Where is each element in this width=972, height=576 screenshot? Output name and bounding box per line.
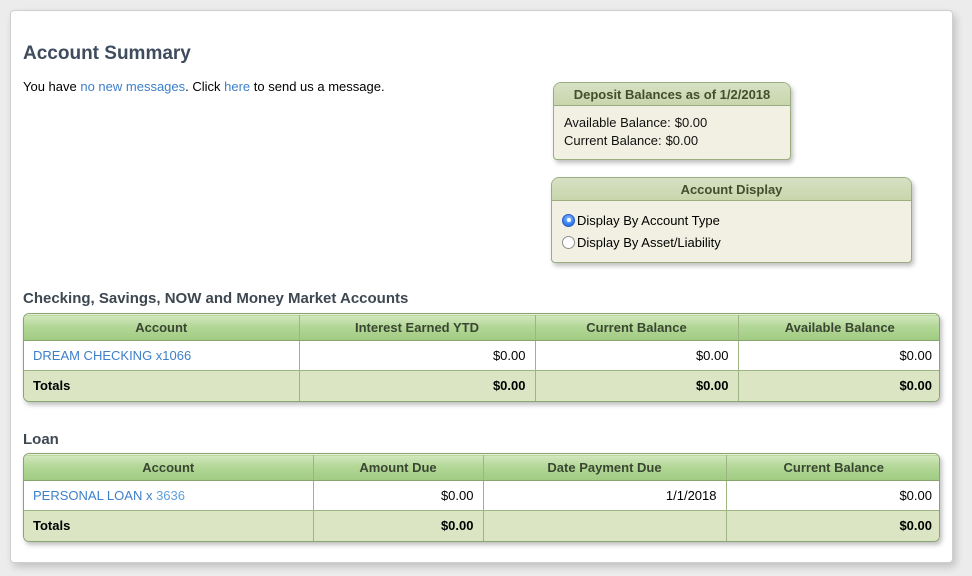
current-balance-cell: $0.00	[726, 481, 940, 511]
loan-table: Account Amount Due Date Payment Due Curr…	[23, 453, 940, 542]
totals-interest-ytd: $0.00	[299, 371, 535, 401]
totals-row: Totals $0.00 $0.00	[24, 511, 940, 541]
available-balance-value: $0.00	[675, 115, 708, 130]
page-title: Account Summary	[23, 43, 191, 65]
checking-section-heading: Checking, Savings, NOW and Money Market …	[23, 290, 408, 307]
message-text: . Click	[185, 79, 224, 94]
available-balance-label: Available Balance:	[564, 115, 671, 130]
totals-label: Totals	[24, 511, 313, 541]
account-display-title: Account Display	[552, 178, 911, 201]
column-header-amount-due: Amount Due	[313, 455, 483, 481]
totals-amount-due: $0.00	[313, 511, 483, 541]
totals-available-balance: $0.00	[738, 371, 940, 401]
current-balance-label: Current Balance:	[564, 133, 662, 148]
send-message-here-link[interactable]: here	[224, 79, 250, 94]
totals-label: Totals	[24, 371, 299, 401]
radio-button-icon[interactable]	[562, 236, 575, 249]
amount-due-cell: $0.00	[313, 481, 483, 511]
dream-checking-account-link[interactable]: DREAM CHECKING x1066	[33, 348, 191, 363]
column-header-interest-earned-ytd: Interest Earned YTD	[299, 315, 535, 341]
loan-section-heading: Loan	[23, 431, 59, 448]
radio-display-by-asset-liability[interactable]: Display By Asset/Liability	[562, 231, 901, 253]
table-header-row: Account Amount Due Date Payment Due Curr…	[24, 455, 940, 481]
available-balance-cell: $0.00	[738, 341, 940, 371]
table-row: PERSONAL LOAN x 3636 $0.00 1/1/2018 $0.0…	[24, 481, 940, 511]
totals-date-payment-due	[483, 511, 726, 541]
radio-display-by-account-type[interactable]: Display By Account Type	[562, 209, 901, 231]
deposit-balances-title: Deposit Balances as of 1/2/2018	[554, 83, 790, 106]
column-header-current-balance: Current Balance	[535, 315, 738, 341]
message-text: You have	[23, 79, 80, 94]
personal-loan-account-link[interactable]: PERSONAL LOAN x 3636	[33, 488, 185, 503]
content-card: Account Summary You have no new messages…	[10, 10, 953, 563]
deposit-balances-body: Available Balance: $0.00 Current Balance:…	[554, 106, 790, 159]
column-header-available-balance: Available Balance	[738, 315, 940, 341]
column-header-date-payment-due: Date Payment Due	[483, 455, 726, 481]
messages-line: You have no new messages. Click here to …	[23, 79, 385, 94]
message-text: to send us a message.	[250, 79, 384, 94]
radio-label: Display By Asset/Liability	[577, 235, 721, 250]
account-display-body: Display By Account Type Display By Asset…	[552, 201, 911, 262]
account-number: 3636	[156, 488, 185, 503]
deposit-balances-box: Deposit Balances as of 1/2/2018 Availabl…	[553, 82, 791, 160]
radio-button-icon[interactable]	[562, 214, 575, 227]
account-cell: PERSONAL LOAN x 3636	[24, 481, 313, 511]
no-new-messages-link[interactable]: no new messages	[80, 79, 185, 94]
totals-current-balance: $0.00	[535, 371, 738, 401]
column-header-account: Account	[24, 315, 299, 341]
current-balance-cell: $0.00	[535, 341, 738, 371]
radio-label: Display By Account Type	[577, 213, 720, 228]
totals-current-balance: $0.00	[726, 511, 940, 541]
current-balance-value: $0.00	[666, 133, 699, 148]
column-header-account: Account	[24, 455, 313, 481]
checking-accounts-table: Account Interest Earned YTD Current Bala…	[23, 313, 940, 402]
interest-ytd-cell: $0.00	[299, 341, 535, 371]
date-payment-due-cell: 1/1/2018	[483, 481, 726, 511]
account-display-box: Account Display Display By Account Type …	[551, 177, 912, 263]
available-balance-line: Available Balance: $0.00	[564, 114, 780, 132]
current-balance-line: Current Balance: $0.00	[564, 132, 780, 150]
account-link-text: PERSONAL LOAN x	[33, 488, 156, 503]
table-row: DREAM CHECKING x1066 $0.00 $0.00 $0.00	[24, 341, 940, 371]
column-header-current-balance: Current Balance	[726, 455, 940, 481]
totals-row: Totals $0.00 $0.00 $0.00	[24, 371, 940, 401]
table-header-row: Account Interest Earned YTD Current Bala…	[24, 315, 940, 341]
account-cell: DREAM CHECKING x1066	[24, 341, 299, 371]
